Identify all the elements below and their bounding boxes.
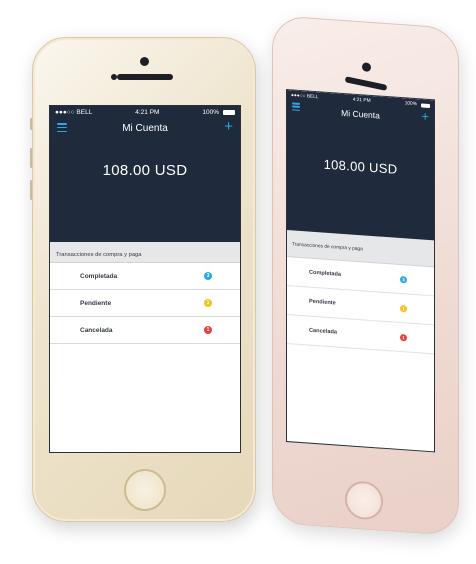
account-header: ●●●○○ BELL 4:21 PM 100% Mi Cuenta + 108.… — [287, 90, 434, 241]
count-badge: 1 — [204, 326, 212, 334]
home-button[interactable] — [345, 480, 383, 521]
page-title: Mi Cuenta — [122, 122, 168, 134]
count-badge: 3 — [400, 275, 407, 283]
screen-front: ●●●○○ BELL 4:21 PM 100% Mi Cuenta + 108.… — [49, 105, 241, 453]
add-icon[interactable]: + — [421, 108, 429, 124]
count-badge: 1 — [400, 304, 407, 312]
transactions-section-label: Transacciones de compra y paga — [50, 242, 240, 263]
clock-label: 4:21 PM — [135, 109, 160, 116]
carrier-label: ●●●○○ BELL — [55, 109, 93, 116]
page-title: Mi Cuenta — [341, 107, 380, 121]
list-item-pending[interactable]: Pendiente 1 — [50, 290, 240, 317]
earpiece-speaker — [117, 74, 173, 80]
menu-icon[interactable] — [292, 102, 300, 111]
screen-back: ●●●○○ BELL 4:21 PM 100% Mi Cuenta + 108.… — [286, 88, 435, 453]
list-item-label: Cancelada — [309, 327, 337, 336]
front-camera — [362, 62, 371, 72]
front-camera — [140, 57, 149, 66]
phone-front: ●●●○○ BELL 4:21 PM 100% Mi Cuenta + 108.… — [32, 37, 256, 522]
add-icon[interactable]: + — [224, 119, 233, 134]
count-badge: 3 — [204, 272, 212, 280]
list-item-label: Cancelada — [80, 326, 113, 334]
list-item-label: Completada — [309, 269, 342, 278]
count-badge: 1 — [400, 333, 407, 341]
phone-back: ●●●○○ BELL 4:21 PM 100% Mi Cuenta + 108.… — [272, 15, 459, 537]
list-item-label: Pendiente — [309, 298, 336, 307]
home-button[interactable] — [124, 469, 166, 511]
list-item-label: Completada — [80, 272, 118, 280]
account-header: ●●●○○ BELL 4:21 PM 100% Mi Cuenta + 108.… — [50, 106, 240, 242]
mockup-stage: ●●●○○ BELL 4:21 PM 100% Mi Cuenta + 108.… — [0, 0, 476, 564]
balance-amount: 108.00 USD — [323, 156, 398, 177]
status-bar: ●●●○○ BELL 4:21 PM 100% — [50, 106, 240, 116]
menu-icon[interactable] — [57, 123, 67, 132]
nav-bar: Mi Cuenta + — [50, 116, 240, 140]
count-badge: 1 — [204, 299, 212, 307]
battery-label: 100% — [202, 109, 219, 116]
earpiece-speaker — [344, 76, 388, 91]
list-item-completed[interactable]: Completada 3 — [50, 263, 240, 290]
battery-icon — [223, 110, 235, 115]
list-item-cancelled[interactable]: Cancelada 1 — [50, 317, 240, 344]
list-item-label: Pendiente — [80, 299, 112, 307]
balance-amount: 108.00 USD — [102, 162, 188, 179]
